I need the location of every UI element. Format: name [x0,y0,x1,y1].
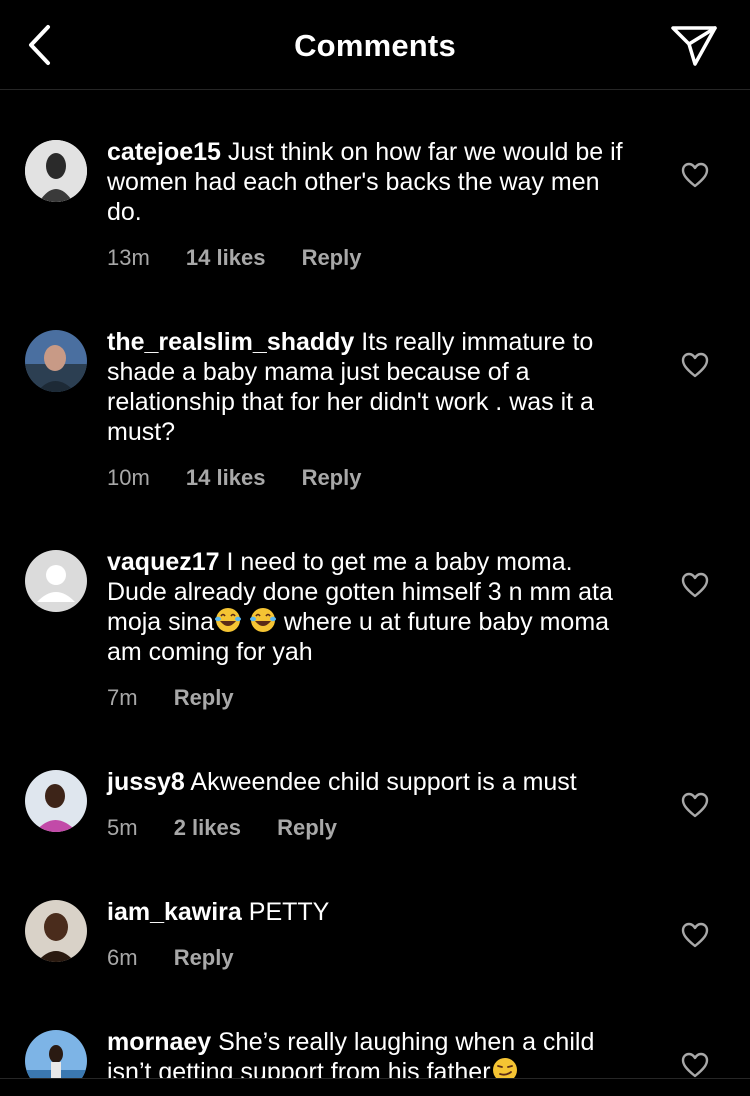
avatar[interactable] [25,1030,87,1078]
bottom-divider [0,1078,750,1096]
smirk-emoji-icon [492,1058,517,1078]
like-button[interactable] [681,1052,709,1078]
comment-item: mornaey She’s really laughing when a chi… [0,0,750,1078]
heart-icon [681,1052,709,1078]
comment-username[interactable]: mornaey [107,1028,211,1056]
comment-text: mornaey She’s really laughing when a chi… [107,1027,637,1078]
